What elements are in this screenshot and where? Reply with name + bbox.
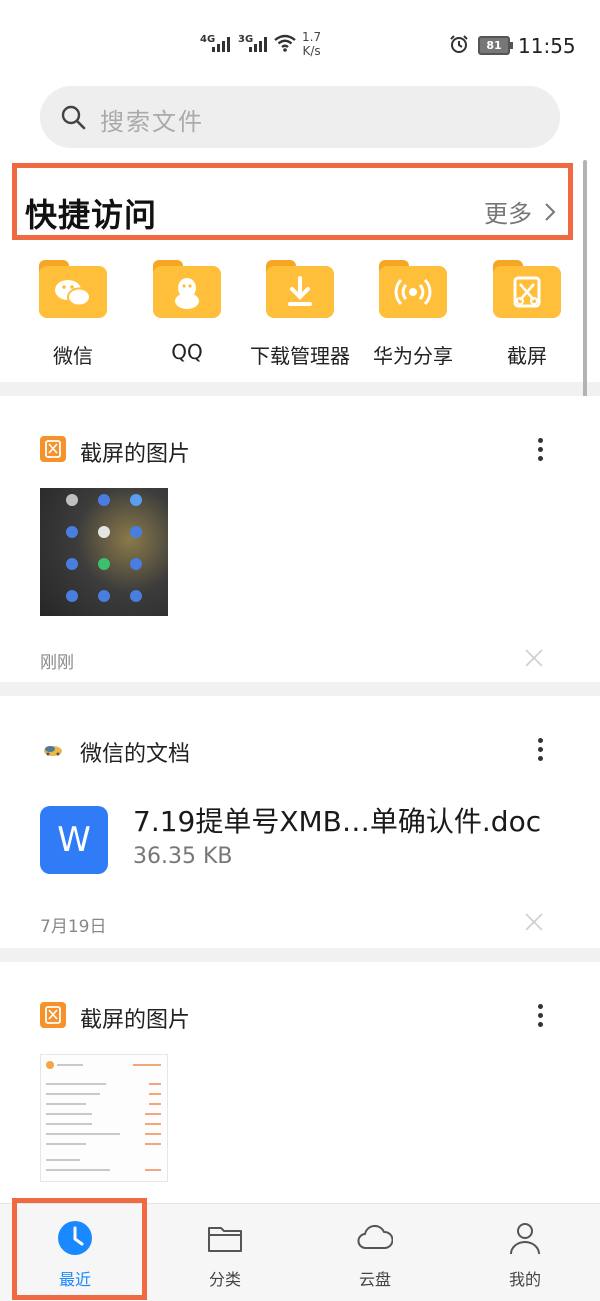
file-size: 36.35 KB (133, 844, 233, 869)
screenshot-thumbnail[interactable] (40, 1054, 168, 1182)
clock-time: 11:55 (518, 34, 576, 58)
quick-item-label: 华为分享 (373, 344, 453, 368)
screenshot-icon (493, 260, 561, 318)
nav-label: 我的 (508, 1270, 541, 1289)
screenshot-icon (40, 1002, 66, 1028)
quick-access-title: 快捷访问 (25, 196, 158, 234)
more-options-icon[interactable] (530, 1004, 550, 1031)
nav-label: 分类 (208, 1270, 241, 1289)
quick-item-label: 微信 (53, 344, 93, 368)
card-time: 刚刚 (40, 653, 74, 673)
wechat-icon (39, 260, 107, 318)
card-title: 截屏的图片 (80, 1008, 191, 1033)
quick-item-label: 截屏 (507, 344, 547, 368)
more-link[interactable]: 更多 (484, 194, 532, 229)
speed-value: 1.7 (302, 30, 322, 44)
card-time: 7月19日 (40, 917, 107, 937)
quick-item-huawei-share[interactable]: 华为分享 (358, 260, 468, 369)
nav-recent-highlight (12, 1198, 147, 1300)
card-title: 截屏的图片 (80, 442, 191, 467)
quick-item-label: QQ (171, 340, 203, 364)
chevron-right-icon[interactable] (544, 202, 556, 222)
quick-item-qq[interactable]: QQ (132, 260, 242, 364)
quick-item-label: 下载管理器 (250, 344, 350, 368)
more-options-icon[interactable] (530, 438, 550, 465)
file-name[interactable]: 7.19提单号XMB…单确认件.doc (133, 800, 541, 840)
signal-icon (249, 37, 267, 52)
network-speed: 1.7 K/s (302, 30, 321, 58)
recent-card-screenshots[interactable]: 截屏的图片 (0, 962, 600, 1203)
scrollbar[interactable] (583, 160, 587, 428)
close-icon[interactable] (524, 912, 544, 932)
nav-cloud[interactable]: 云盘 (315, 1204, 435, 1301)
qq-icon (153, 260, 221, 318)
nav-mine[interactable]: 我的 (465, 1204, 585, 1301)
cloud-icon (357, 1224, 393, 1249)
search-input[interactable]: 搜索文件 (40, 86, 560, 148)
battery-icon: 81 (478, 36, 513, 55)
recent-card-wechat-docs[interactable]: 微信的文档 W 7.19提单号XMB…单确认件.doc 36.35 KB 7月1… (0, 696, 600, 948)
alarm-icon (450, 35, 468, 53)
quick-item-screenshots[interactable]: 截屏 (472, 260, 582, 369)
quick-item-wechat[interactable]: 微信 (18, 260, 128, 369)
nav-categories[interactable]: 分类 (165, 1204, 285, 1301)
nav-label: 云盘 (358, 1270, 391, 1289)
quick-item-downloads[interactable]: 下载管理器 (245, 260, 355, 369)
quick-access-section: 快捷访问 更多 微信 QQ 下载管理器 华为分享 截屏 (0, 160, 600, 382)
screenshot-thumbnail[interactable] (40, 488, 168, 616)
folder-icon (208, 1227, 242, 1252)
search-icon (61, 105, 86, 130)
person-icon (510, 1223, 540, 1255)
wifi-icon (274, 34, 296, 52)
recent-card-screenshots[interactable]: 截屏的图片 刚刚 (0, 396, 600, 682)
status-bar: 4G 3G 1.7 K/s 81 11:55 (0, 0, 600, 82)
download-icon (266, 260, 334, 318)
signal-icon (212, 37, 230, 52)
wechat-doc-icon (44, 746, 62, 756)
close-icon[interactable] (524, 648, 544, 668)
screenshot-icon (40, 436, 66, 462)
search-placeholder: 搜索文件 (100, 108, 204, 136)
search-area: 搜索文件 (0, 82, 600, 160)
card-title: 微信的文档 (80, 742, 191, 767)
share-icon (379, 260, 447, 318)
speed-unit: K/s (302, 44, 321, 58)
word-file-icon[interactable]: W (40, 806, 108, 874)
more-options-icon[interactable] (530, 738, 550, 765)
